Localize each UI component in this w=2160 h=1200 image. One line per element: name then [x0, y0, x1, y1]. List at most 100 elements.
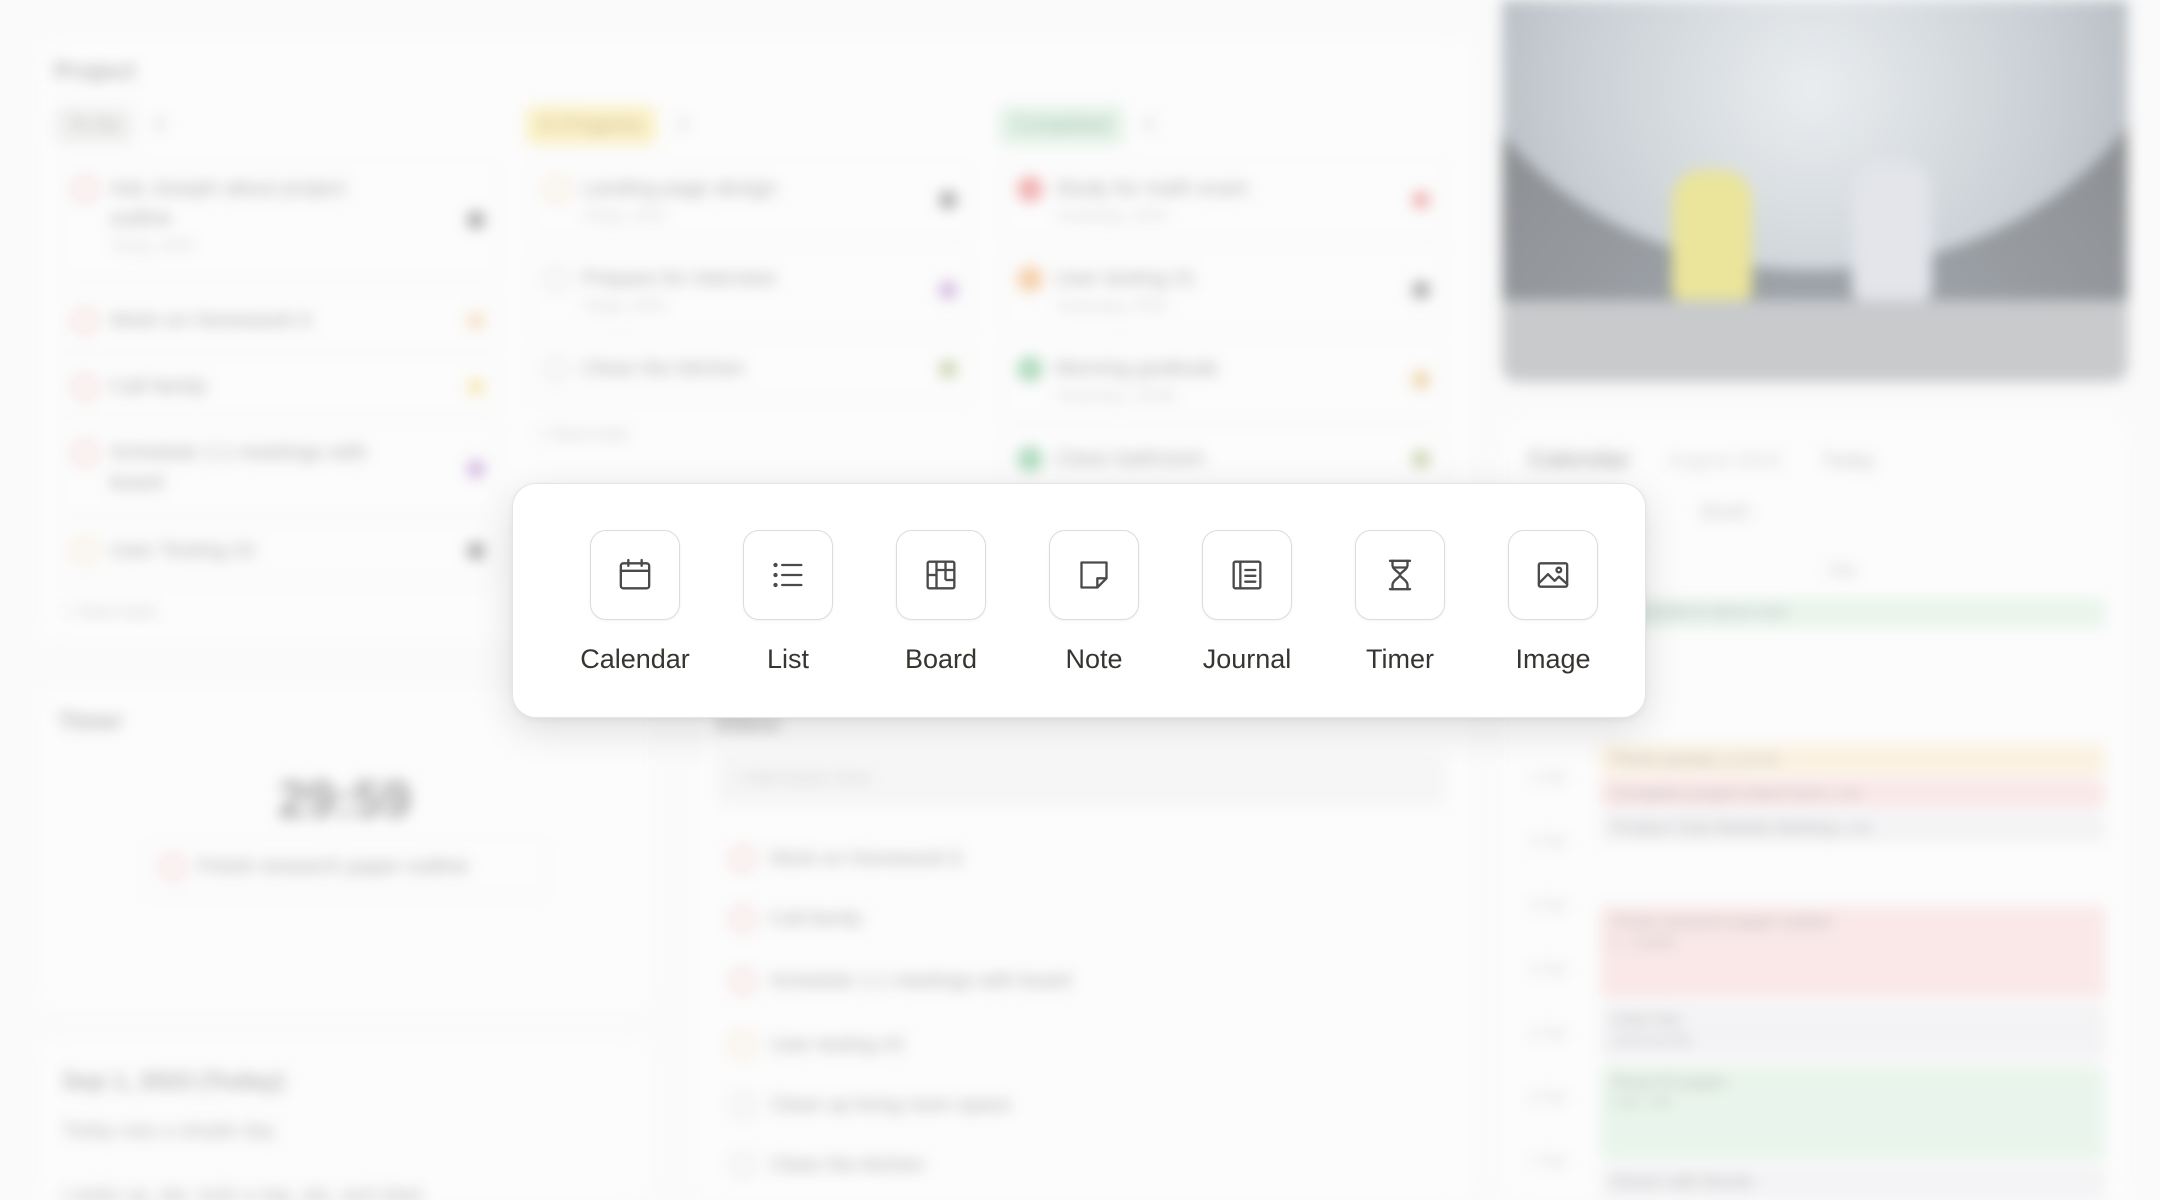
event-time: 4:30-5:30 PM — [1612, 1033, 1691, 1048]
task-card[interactable]: Work on Homework 6 — [58, 292, 498, 350]
task-checkbox[interactable] — [730, 1152, 756, 1178]
new-task-button[interactable]: + New task — [62, 602, 157, 624]
task-due: Yesterday, 10AM — [1055, 388, 1176, 405]
column-count: 5 — [1143, 114, 1155, 136]
column-count: 6 — [154, 114, 166, 136]
inbox-add-input[interactable]: + Add tasks here — [716, 756, 1446, 806]
option-label: List — [766, 644, 810, 674]
calendar-event[interactable]: Finish laundry 12:30 PM — [1600, 744, 2105, 774]
task-checkbox[interactable] — [1017, 176, 1043, 202]
inbox-item-text: Clean up living room space — [770, 1093, 1012, 1116]
task-checkbox[interactable] — [1017, 356, 1043, 382]
task-checkbox[interactable] — [730, 968, 756, 994]
task-emoji-icon — [1413, 372, 1429, 388]
task-card[interactable]: User Testing #2 — [58, 522, 498, 580]
task-text: Landing page design — [582, 177, 778, 200]
calendar-month-view-button[interactable]: Month — [1700, 502, 1750, 523]
note-icon[interactable] — [1049, 530, 1139, 620]
task-emoji-icon — [468, 543, 484, 559]
event-time: 5:30-7 PM — [1612, 1095, 1672, 1110]
calendar-hour-label: 4 PM — [1528, 962, 1566, 979]
option-label: Journal — [1202, 644, 1292, 674]
list-icon[interactable] — [743, 530, 833, 620]
task-card[interactable]: Landing page design Today, 2PM — [530, 160, 970, 240]
column-tag-inprogress[interactable]: In Progress — [526, 106, 657, 145]
inbox-item-text: User testing #2 — [770, 1033, 905, 1056]
task-card[interactable]: Study for math exam Yesterday, 3PM — [1003, 160, 1443, 240]
task-card[interactable]: Clean the kitchen — [530, 340, 970, 398]
task-text: Clean the kitchen — [582, 357, 745, 380]
task-emoji-icon — [940, 192, 956, 208]
board-icon[interactable] — [896, 530, 986, 620]
option-calendar[interactable]: Calendar — [559, 530, 711, 675]
inbox-item[interactable]: Clean the kitchen — [730, 1152, 925, 1178]
column-tag-todo[interactable]: To Do — [54, 106, 135, 145]
option-label: Image — [1515, 644, 1591, 674]
timer-title: Timer — [58, 708, 123, 735]
task-card[interactable]: User testing #1 Yesterday, 2PM — [1003, 250, 1443, 330]
allday-event[interactable]: Ask landlord about rent — [1600, 598, 2105, 628]
task-checkbox[interactable] — [72, 440, 98, 466]
journal-icon[interactable] — [1202, 530, 1292, 620]
task-checkbox[interactable] — [544, 356, 570, 382]
calendar-event[interactable]: Dinner with friends — [1600, 1166, 2105, 1200]
task-due: Today, 4PM — [582, 298, 666, 315]
task-emoji-icon — [468, 212, 484, 228]
calendar-day-label: FRI — [1828, 562, 1856, 581]
image-icon[interactable] — [1508, 530, 1598, 620]
inbox-item[interactable]: User testing #2 — [730, 1032, 905, 1058]
task-card[interactable]: Schedule 1:1 meetings with board — [58, 424, 498, 514]
task-text: Ask Joseph about project outline — [110, 177, 346, 230]
column-tag-completed[interactable]: Completed — [999, 106, 1124, 145]
task-checkbox[interactable] — [72, 176, 98, 202]
journal-line: Today was a simple day. — [62, 1120, 279, 1142]
task-checkbox[interactable] — [544, 266, 570, 292]
option-timer[interactable]: Timer — [1324, 530, 1476, 675]
calendar-event[interactable]: Complete project intent form 1 PM — [1600, 778, 2105, 808]
inbox-item[interactable]: Work on Homework 6 — [730, 846, 962, 872]
calendar-event[interactable]: Finish research paper outline 3 - 4:30PM — [1600, 906, 2105, 998]
option-label: Calendar — [580, 644, 690, 674]
inbox-item[interactable]: Clean up living room space — [730, 1092, 1011, 1118]
calendar-today-button[interactable]: Today — [1822, 450, 1875, 473]
calendar-icon[interactable] — [590, 530, 680, 620]
task-checkbox[interactable] — [730, 1032, 756, 1058]
task-checkbox[interactable] — [160, 854, 186, 880]
task-card[interactable]: Prepare for interview Today, 4PM — [530, 250, 970, 330]
inbox-item-text: Work on Homework 6 — [770, 847, 962, 870]
task-card[interactable]: Clean bathroom — [1003, 430, 1443, 488]
task-checkbox[interactable] — [544, 176, 570, 202]
task-checkbox[interactable] — [730, 906, 756, 932]
event-time: 1 PM — [1840, 821, 1871, 836]
inbox-item[interactable]: Call family — [730, 906, 862, 932]
task-emoji-icon — [940, 361, 956, 377]
inbox-item[interactable]: Schedule 1:1 meetings with board — [730, 968, 1071, 994]
option-label: Timer — [1366, 644, 1434, 674]
task-checkbox[interactable] — [1017, 446, 1043, 472]
task-checkbox[interactable] — [730, 1092, 756, 1118]
task-card[interactable]: Morning gratitude Yesterday, 10AM — [1003, 340, 1443, 420]
task-text: Study for math exam — [1055, 177, 1249, 200]
journal-date: Sep 1, 2023 (Today) — [62, 1068, 285, 1095]
option-note[interactable]: Note — [1018, 530, 1170, 675]
option-board[interactable]: Board — [865, 530, 1017, 675]
timer-task-chip[interactable]: Finish research paper outline — [146, 838, 546, 894]
task-card[interactable]: Call family — [58, 358, 498, 416]
task-card[interactable]: Ask Joseph about project outline Today, … — [58, 160, 498, 280]
timer-display: 29:59 — [278, 771, 411, 829]
calendar-event[interactable]: Club Fair 4:30-5:30 PM — [1600, 1004, 2105, 1060]
task-checkbox[interactable] — [72, 308, 98, 334]
task-checkbox[interactable] — [72, 374, 98, 400]
new-task-button[interactable]: + New task — [534, 424, 629, 446]
task-due: Today, 2PM — [582, 208, 666, 225]
hourglass-icon[interactable] — [1355, 530, 1445, 620]
event-title: Dinner with friends — [1612, 1172, 1753, 1191]
task-checkbox[interactable] — [730, 846, 756, 872]
calendar-event[interactable]: Read 20 pages 5:30-7 PM — [1600, 1066, 2105, 1160]
task-checkbox[interactable] — [72, 538, 98, 564]
option-image[interactable]: Image — [1477, 530, 1629, 675]
task-checkbox[interactable] — [1017, 266, 1043, 292]
calendar-event[interactable]: Product Club Weekly Meeting 1 PM — [1600, 812, 2105, 842]
option-journal[interactable]: Journal — [1171, 530, 1323, 675]
option-list[interactable]: List — [712, 530, 864, 675]
